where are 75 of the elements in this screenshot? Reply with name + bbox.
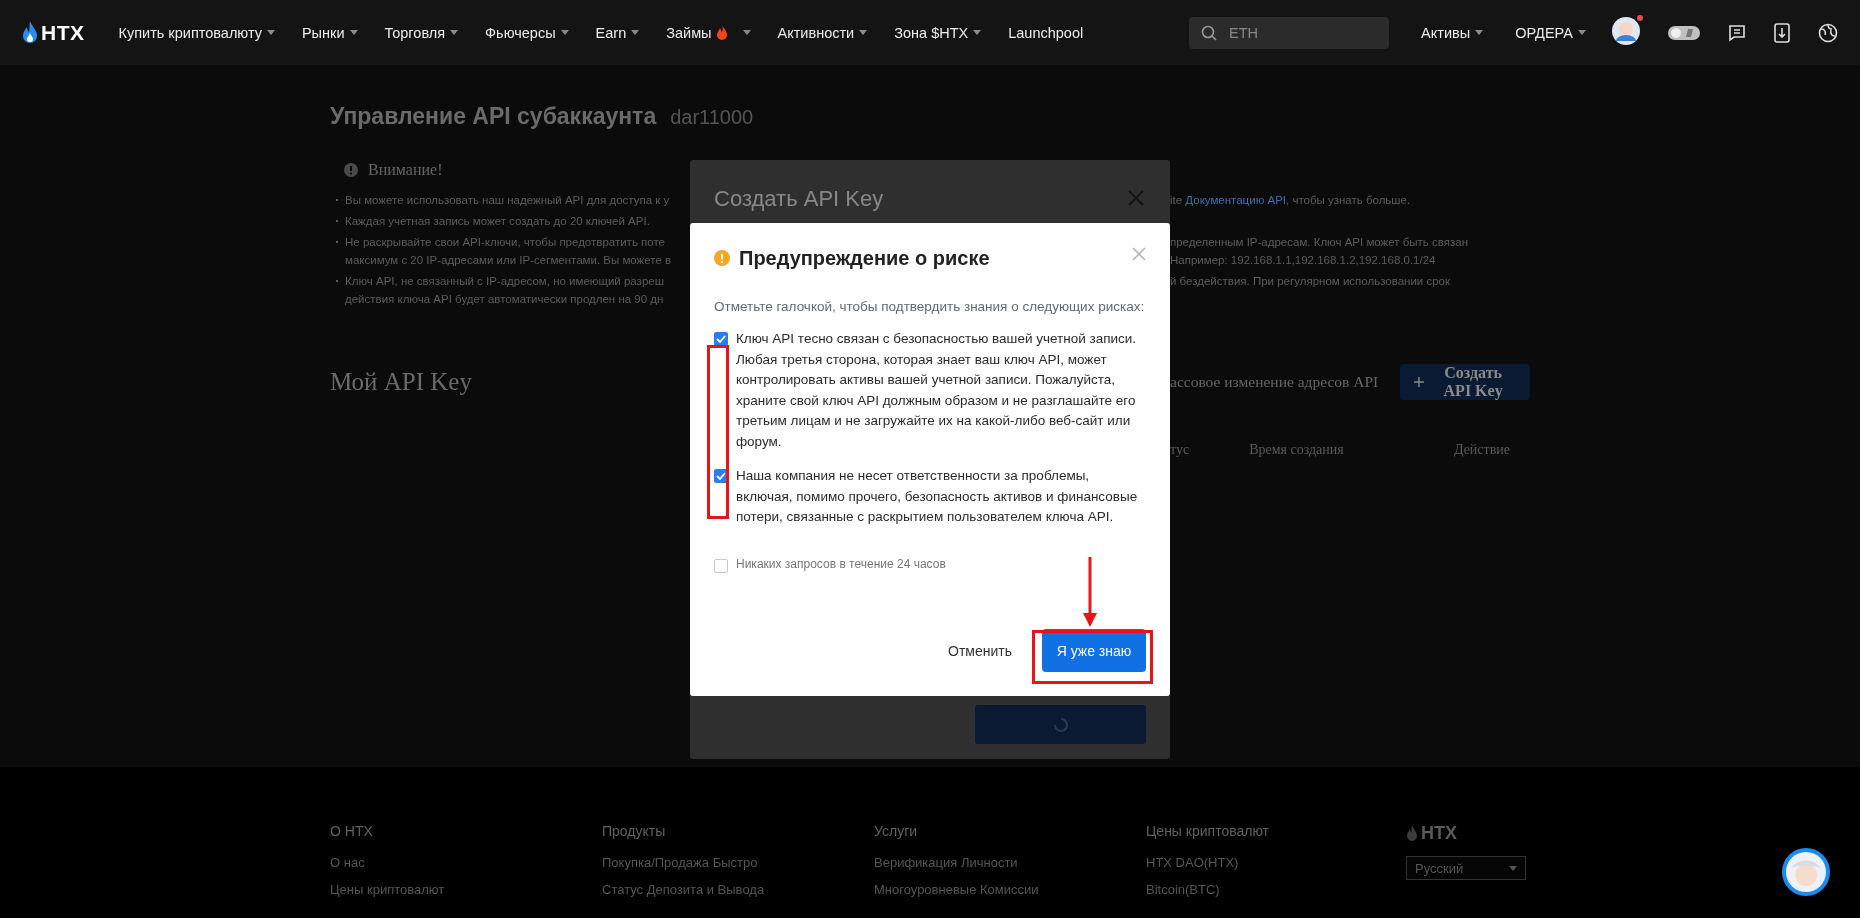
notice-text: действия ключа API будет автоматически продлен на 90 дн (345, 293, 664, 305)
caret-icon (859, 30, 868, 35)
footer-heading: Услуги (874, 823, 918, 839)
warning-icon (344, 163, 358, 177)
column-header: Действие (1453, 442, 1510, 458)
footer-heading: Продукты (602, 823, 666, 839)
caret-icon (266, 30, 275, 35)
document-icon[interactable] (1728, 23, 1746, 42)
phone-download-icon[interactable] (1774, 22, 1790, 43)
nav-menu-item[interactable]: Торговля (384, 24, 459, 41)
nav-menu-item[interactable]: Рынки (301, 24, 358, 41)
spinner-icon (1052, 716, 1069, 733)
notice-text: Не раскрывайте свои API-ключи, чтобы предотвратить поте (345, 236, 665, 248)
plus-icon (1414, 375, 1425, 389)
nav-menu-item[interactable]: Займы (666, 24, 751, 41)
search-field[interactable]: ETH (1189, 16, 1390, 49)
nav-menu-item[interactable]: Зона $HTX (894, 24, 982, 41)
footer-heading: О HTX (330, 823, 373, 839)
caret-icon (450, 30, 459, 35)
search-icon (1201, 24, 1218, 41)
nav-menu-item[interactable]: Launchpool (1008, 24, 1084, 41)
risk-statement: Ключ API тесно связан с безопасностью вашей учетной записи. Любая третья сторона, которая знает ваш ключ API, может контролировать активы вашей учетной записи. Пожалуйста, храните свой ключ API должным образом и не разглашайте его третьим лицам и не загружайте их на какой-либо веб-сайт или форум. (736, 330, 1138, 451)
dialog-title: Создать API Key (714, 186, 884, 212)
caret-icon (973, 30, 982, 35)
notice-text: Каждая учетная запись может создать до 20 ключей API. (345, 215, 650, 227)
checkmark-icon (716, 472, 726, 480)
page-title: Управление API субаккаунта (330, 103, 657, 130)
notice-text: Например: 192.168.1.1,192.168.1.2,192.168.0.1/24 (1170, 254, 1436, 266)
warning-icon (714, 250, 730, 266)
instruction-text: Отметьте галочкой, чтобы подтвердить знания о следующих рисках: (714, 298, 1146, 316)
notice-text: максимум с 20 IP-адресами или IP-сегментами. Вы можете в (345, 254, 672, 266)
support-avatar-icon[interactable] (1782, 848, 1830, 896)
cancel-button[interactable]: Отменить (948, 642, 1012, 659)
documentation-link[interactable]: Документацию API (1185, 194, 1286, 206)
nav-menu-item[interactable]: Активы (1421, 24, 1484, 41)
notice-title: Внимание! (368, 161, 443, 179)
flame-icon (716, 24, 727, 41)
confirm-button[interactable]: Я уже знаю (1042, 629, 1146, 672)
dialog-title: Предупреждение о риске (739, 246, 990, 270)
caret-icon (742, 30, 751, 35)
checkbox[interactable] (714, 332, 728, 346)
checkbox[interactable] (714, 558, 728, 573)
notice-text: Ключ API, не связанный с IP-адресом, но имеющий разреш (345, 275, 664, 287)
caret-icon (1578, 30, 1586, 35)
footer-logo-text: HTX (1421, 823, 1457, 844)
caret-icon (560, 30, 569, 35)
nav-menu-item[interactable]: ОРДЕРА (1515, 24, 1586, 41)
column-header: тус (1170, 442, 1190, 458)
logo-text[interactable]: HTX (41, 20, 85, 45)
notice-text: й бездействия. При регулярном использовании срок (1170, 275, 1450, 287)
section-title: Мой API Key (330, 367, 473, 397)
checkbox-label: Никаких запросов в течение 24 часов (736, 557, 946, 571)
create-api-key-button[interactable]: Создать API Key (1400, 364, 1530, 400)
caret-icon (1509, 865, 1517, 871)
nav-menu-item[interactable]: Активности (777, 24, 868, 41)
balance-toggle-icon[interactable] (1668, 25, 1700, 40)
caret-icon (349, 30, 358, 35)
footer-heading: Цены криптовалют (1146, 823, 1270, 839)
caret-icon (631, 30, 640, 35)
nav-menu-item[interactable]: Фьючерсы (485, 24, 569, 41)
flame-logo-icon (1406, 824, 1418, 843)
globe-icon[interactable] (1818, 22, 1838, 43)
notice-text: ite Документацию API, чтобы узнать больше. (1170, 194, 1411, 206)
risk-statement: Наша компания не несет ответственности за проблемы, включая, помимо прочего, безопасность активов и финансовые потери, связанные с раскрытием пользователем ключа API. (736, 467, 1139, 526)
nav-menu-item[interactable]: Earn (595, 24, 640, 41)
arrow (1083, 557, 1097, 627)
checkmark-icon (716, 335, 726, 343)
caret-icon (1475, 30, 1484, 35)
nav-menu-item[interactable]: Купить криптовалюту (118, 24, 275, 41)
avatar-icon[interactable] (1612, 17, 1640, 45)
subaccount-name: dar11000 (670, 106, 754, 129)
notice-text: Вы можете использовать наш надежный API для доступа к у (345, 194, 670, 206)
column-header: Время создания (1249, 442, 1344, 458)
flame-logo-icon (22, 20, 38, 45)
notice-text: пределенным IP-адресам. Ключ API может быть связан (1170, 236, 1469, 248)
